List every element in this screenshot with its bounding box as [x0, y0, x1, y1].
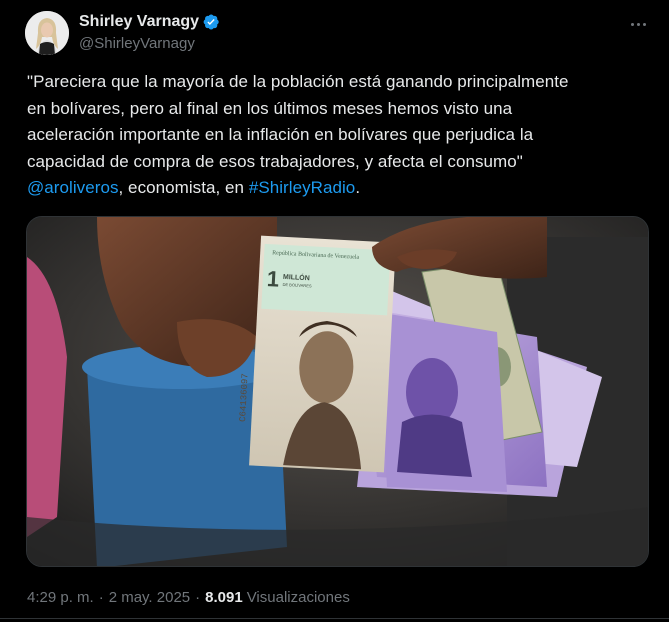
avatar[interactable] [25, 11, 69, 55]
author-name-row[interactable]: Shirley Varnagy [79, 13, 220, 31]
mention-link[interactable]: @aroliveros [27, 178, 119, 197]
verified-badge-icon[interactable] [202, 13, 220, 31]
divider [0, 618, 669, 619]
tweet-photo[interactable]: 5 República Bolivariana de Venezuela 1 M… [26, 216, 649, 567]
tweet-line-5: @aroliveros, economista, en #ShirleyRadi… [27, 175, 647, 202]
views-label: Visualizaciones [246, 589, 350, 606]
tweet-line-2: en bolívares, pero al final en los últim… [27, 98, 513, 118]
meta-separator: · [98, 589, 104, 606]
more-horizontal-icon[interactable] [628, 16, 648, 32]
views-count: 8.091 [205, 589, 243, 606]
tweet-time[interactable]: 4:29 p. m. [27, 589, 94, 606]
author-handle[interactable]: @ShirleyVarnagy [79, 35, 195, 52]
banknote-denomination: 1 [266, 266, 280, 292]
tweet-end-text: . [355, 178, 361, 197]
hashtag-link[interactable]: #ShirleyRadio [249, 178, 356, 197]
tweet-line-4: capacidad de compra de esos trabajadores… [27, 151, 523, 171]
tweet-metadata: 4:29 p. m. · 2 may. 2025 · 8.091 Visuali… [27, 589, 350, 606]
tweet-line-1: "Pareciera que la mayoría de la població… [27, 72, 569, 91]
tweet-line-3: aceleración importante en la inflación e… [27, 125, 534, 144]
tweet-card: Shirley Varnagy @ShirleyVarnagy "Parecie… [0, 0, 669, 622]
author-name[interactable]: Shirley Varnagy [79, 13, 199, 31]
meta-separator-2: · [195, 589, 201, 606]
tweet-text: "Pareciera que la mayoría de la població… [27, 69, 647, 202]
tweet-middle-text: , economista, en [118, 178, 249, 197]
tweet-date[interactable]: 2 may. 2025 [109, 589, 190, 606]
